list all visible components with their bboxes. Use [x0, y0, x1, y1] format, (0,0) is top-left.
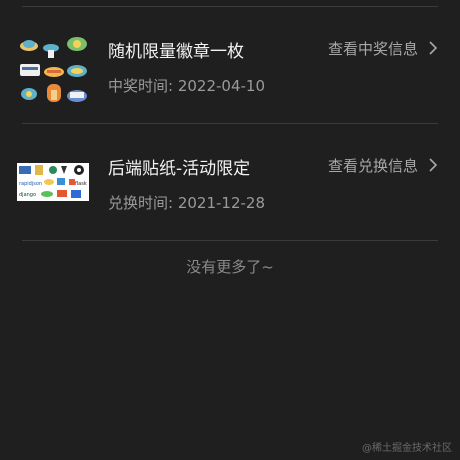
sticker-label-flask: flask	[75, 181, 87, 187]
item-time: 中奖时间: 2022-04-10	[108, 77, 265, 95]
item-title: 后端贴纸-活动限定	[108, 159, 251, 179]
sticker-label-django: django	[19, 192, 36, 198]
app-page: 随机限量徽章一枚 中奖时间: 2022-04-10 查看中奖信息 rapidjs…	[0, 0, 460, 460]
chevron-right-icon[interactable]	[426, 158, 440, 172]
no-more-text: 没有更多了~	[186, 258, 274, 276]
view-exchange-info-link[interactable]: 查看兑换信息	[328, 155, 418, 176]
badge-stickers-icon	[17, 34, 89, 106]
view-prize-info-link[interactable]: 查看中奖信息	[328, 38, 418, 59]
sticker-label-rapidjson: rapidjson	[19, 181, 42, 187]
item-time: 兑换时间: 2021-12-28	[108, 194, 265, 212]
chevron-right-icon[interactable]	[426, 41, 440, 55]
divider-bottom	[22, 240, 438, 241]
watermark-text: @稀土掘金技术社区	[362, 443, 452, 454]
divider-top	[22, 6, 438, 7]
backend-stickers-icon: rapidjson flask django	[17, 163, 89, 201]
divider-middle	[22, 123, 438, 124]
list-item-badge[interactable]: 随机限量徽章一枚 中奖时间: 2022-04-10 查看中奖信息	[0, 12, 460, 124]
item-title: 随机限量徽章一枚	[108, 42, 244, 62]
list-item-stickers[interactable]: rapidjson flask django 后端贴纸-活动限定 兑换时间: 2…	[0, 129, 460, 241]
